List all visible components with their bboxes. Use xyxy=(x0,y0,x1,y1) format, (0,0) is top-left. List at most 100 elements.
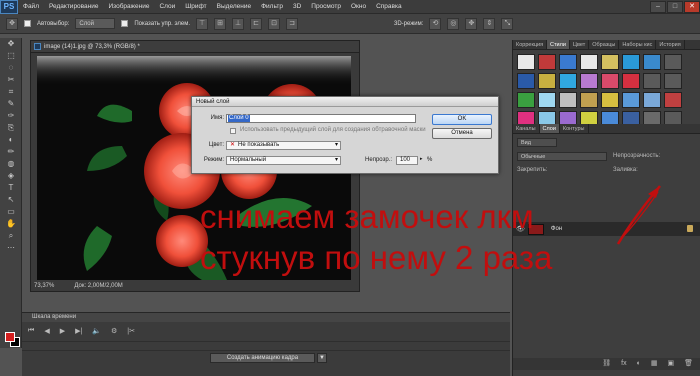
foreground-color-swatch[interactable] xyxy=(5,332,15,342)
style-swatch[interactable] xyxy=(664,92,682,108)
style-swatch[interactable] xyxy=(643,54,661,70)
blend-mode-dialog-select[interactable]: Нормальный ▾ xyxy=(226,156,341,165)
style-swatch[interactable] xyxy=(601,92,619,108)
style-swatch[interactable] xyxy=(664,73,682,89)
dialog-title[interactable]: Новый слой xyxy=(192,97,498,107)
hand-tool-icon[interactable]: ✋ xyxy=(0,218,22,230)
document-tab[interactable]: image (14)1.jpg @ 73,3% (RGB/8) * xyxy=(31,41,359,53)
eyedropper-tool-icon[interactable]: ✎ xyxy=(0,98,22,110)
new-group-icon[interactable]: ▦ xyxy=(651,358,658,370)
style-swatch[interactable] xyxy=(643,73,661,89)
menu-file[interactable]: Файл xyxy=(18,0,44,14)
trash-icon[interactable]: 🗑 xyxy=(684,358,693,370)
menu-edit[interactable]: Редактирование xyxy=(44,0,104,14)
dialog-opacity-input[interactable]: 100 xyxy=(396,156,418,165)
split-icon[interactable]: |✂ xyxy=(127,327,135,335)
color-select[interactable]: ✕ Не показывать ▾ xyxy=(226,141,341,150)
autoselect-checkbox[interactable] xyxy=(24,20,31,27)
crop-tool-icon[interactable]: ⌗ xyxy=(0,86,22,98)
link-layers-icon[interactable]: ⛓ xyxy=(602,358,611,370)
eraser-tool-icon[interactable]: ◍ xyxy=(0,158,22,170)
lasso-tool-icon[interactable]: ◌ xyxy=(0,62,22,74)
timeline-dropdown-button[interactable]: ▼ xyxy=(317,353,327,363)
style-swatch[interactable] xyxy=(517,54,535,70)
align-top-icon[interactable]: ⊤ xyxy=(196,17,209,30)
type-tool-icon[interactable]: T xyxy=(0,182,22,194)
menu-layer[interactable]: Слои xyxy=(154,0,180,14)
tab-layers[interactable]: Слои xyxy=(539,124,560,133)
show-controls-checkbox[interactable] xyxy=(121,20,129,27)
autoselect-select[interactable]: Слой xyxy=(75,18,116,29)
timeline-header[interactable]: Шкала времени xyxy=(22,313,510,322)
menu-type[interactable]: Шрифт xyxy=(180,0,211,14)
prev-frame-icon[interactable]: ◀ xyxy=(44,327,49,335)
tab-color[interactable]: Цвет xyxy=(570,40,590,49)
layer-kind-filter[interactable]: Вид xyxy=(517,138,557,147)
align-center-icon[interactable]: ⊡ xyxy=(268,17,281,30)
menu-filter[interactable]: Фильтр xyxy=(256,0,288,14)
lock-icon[interactable] xyxy=(687,225,693,232)
quick-select-tool-icon[interactable]: ✂ xyxy=(0,74,22,86)
menu-window[interactable]: Окно xyxy=(346,0,371,14)
zoom-tool-icon[interactable]: ⌕ xyxy=(0,230,22,242)
adjustment-layer-icon[interactable]: ◐ xyxy=(637,358,641,370)
style-swatch[interactable] xyxy=(538,73,556,89)
settings-icon[interactable]: ⚙ xyxy=(111,327,117,335)
style-swatch[interactable] xyxy=(580,73,598,89)
style-swatch[interactable] xyxy=(580,92,598,108)
first-frame-icon[interactable]: ⏮ xyxy=(28,327,34,335)
blend-mode-select[interactable]: Обычные xyxy=(517,152,607,161)
tab-channels[interactable]: Каналы xyxy=(513,124,540,133)
close-button[interactable]: ✕ xyxy=(684,1,700,13)
align-bottom-icon[interactable]: ⊥ xyxy=(232,17,245,30)
opacity-stepper-icon[interactable]: ▸ xyxy=(420,156,423,162)
tab-paths[interactable]: Контуры xyxy=(560,124,589,133)
tab-history[interactable]: История xyxy=(656,40,685,49)
style-swatch[interactable] xyxy=(517,92,535,108)
style-swatch[interactable] xyxy=(622,54,640,70)
cancel-button[interactable]: Отмена xyxy=(432,128,492,139)
zoom-level[interactable]: 73,37% xyxy=(34,283,54,289)
3d-drag-icon[interactable]: ✥ xyxy=(465,17,478,30)
align-left-icon[interactable]: ⊏ xyxy=(250,17,263,30)
move-tool-icon[interactable]: ✥ xyxy=(6,17,18,30)
minimize-button[interactable]: – xyxy=(650,1,666,13)
align-right-icon[interactable]: ⊐ xyxy=(286,17,299,30)
style-swatch[interactable] xyxy=(538,92,556,108)
clipping-mask-checkbox[interactable] xyxy=(230,128,236,134)
style-swatch[interactable] xyxy=(517,73,535,89)
layer-style-icon[interactable]: fx xyxy=(621,358,626,370)
create-frame-animation-button[interactable]: Создать анимацию кадра xyxy=(210,353,315,363)
style-swatch[interactable] xyxy=(538,54,556,70)
style-swatch[interactable] xyxy=(622,73,640,89)
menu-help[interactable]: Справка xyxy=(371,0,407,14)
audio-icon[interactable]: 🔈 xyxy=(92,327,101,335)
tab-swatches[interactable]: Образцы xyxy=(589,40,620,49)
move-tool-icon[interactable]: ✥ xyxy=(0,38,22,50)
style-swatch[interactable] xyxy=(622,92,640,108)
timeline-track[interactable] xyxy=(22,341,510,351)
brush-tool-icon[interactable]: ✏ xyxy=(0,146,22,158)
marquee-tool-icon[interactable]: ⬚ xyxy=(0,50,22,62)
new-layer-icon[interactable]: ▣ xyxy=(667,358,674,370)
menu-select[interactable]: Выделение xyxy=(212,0,256,14)
3d-slide-icon[interactable]: ⇕ xyxy=(483,17,496,30)
style-swatch[interactable] xyxy=(559,92,577,108)
style-swatch[interactable] xyxy=(559,54,577,70)
history-brush-tool-icon[interactable]: ◐ xyxy=(0,134,22,146)
tab-adjustments[interactable]: Коррекция xyxy=(513,40,548,49)
healing-tool-icon[interactable]: ✑ xyxy=(0,110,22,122)
style-swatch[interactable] xyxy=(643,92,661,108)
layer-name-input[interactable]: Слой 0 xyxy=(226,114,416,123)
tab-brush-presets[interactable]: Наборы кис xyxy=(619,40,657,49)
maximize-button[interactable]: □ xyxy=(667,1,683,13)
tab-styles[interactable]: Стили xyxy=(547,40,570,49)
style-swatch[interactable] xyxy=(559,73,577,89)
menu-3d[interactable]: 3D xyxy=(288,0,306,14)
3d-scale-icon[interactable]: ⤡ xyxy=(501,17,514,30)
document-size-info[interactable]: Док: 2,00M/2,00M xyxy=(74,283,122,289)
style-swatch[interactable] xyxy=(601,73,619,89)
rectangle-tool-icon[interactable]: ▭ xyxy=(0,206,22,218)
style-swatch[interactable] xyxy=(580,54,598,70)
gradient-tool-icon[interactable]: ◈ xyxy=(0,170,22,182)
